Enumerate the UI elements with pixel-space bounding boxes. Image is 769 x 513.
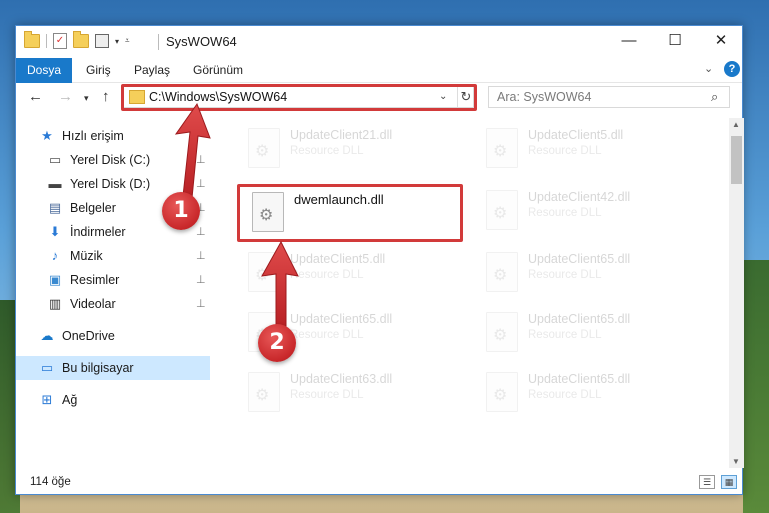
step-1-badge: 1 (162, 192, 200, 230)
annotation-arrows (174, 102, 299, 329)
arrow-to-dll-file (261, 240, 299, 329)
arrow-to-address-bar (174, 102, 211, 199)
step-2-badge: 2 (258, 324, 296, 362)
